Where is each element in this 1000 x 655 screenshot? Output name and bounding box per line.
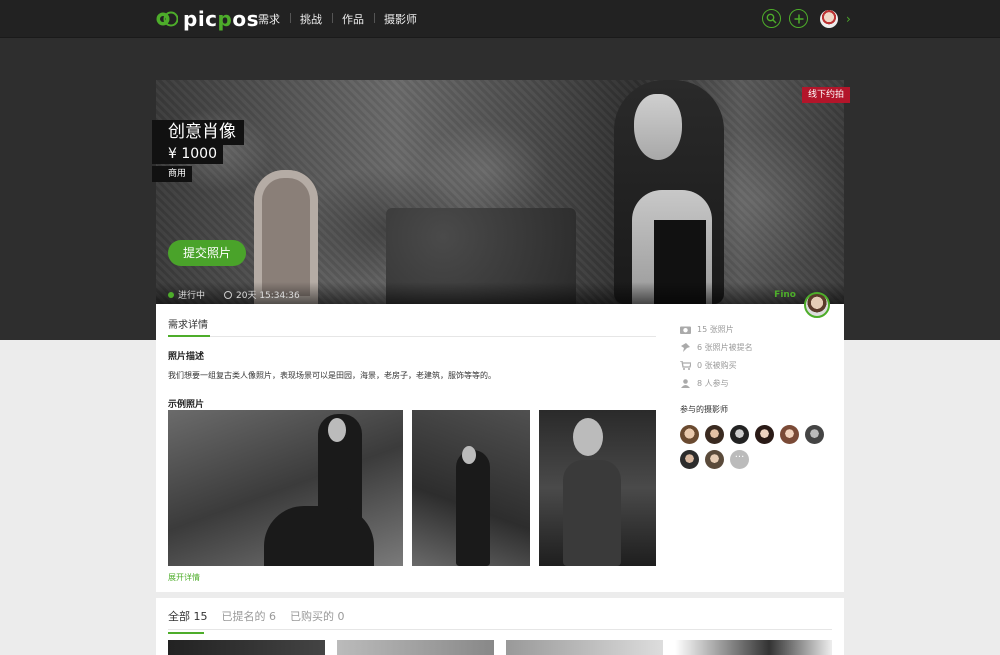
camera-icon (680, 326, 691, 334)
sample-photos (168, 410, 656, 566)
more-participants-button[interactable]: ··· (730, 450, 749, 469)
search-button[interactable] (762, 9, 781, 28)
stat-participants: 8 人参与 (680, 374, 830, 392)
submission-thumbnail[interactable] (675, 640, 832, 655)
hero-status-bar: 进行中 20天 15:34:36 (156, 282, 844, 304)
nav-item-photographers[interactable]: 摄影师 (374, 11, 427, 27)
tab-purchased[interactable]: 已购买的 0 (290, 608, 345, 629)
submissions-card: 全部 15 已提名的 6 已购买的 0 (156, 598, 844, 655)
status-dot-icon (168, 291, 174, 298)
logo-text: picpos (183, 7, 260, 31)
stat-nominated: 6 张照片被提名 (680, 338, 830, 356)
user-icon (681, 378, 690, 388)
pin-icon (681, 342, 690, 352)
demand-card: 进行中 20天 15:34:36 提交照片 线下约拍 创意肖像 ¥ 1000 商… (152, 80, 850, 592)
nav-item-demand[interactable]: 需求 (258, 11, 290, 27)
submission-thumbnail[interactable] (168, 640, 325, 655)
status-text: 进行中 (178, 291, 206, 301)
tab-all[interactable]: 全部 15 (168, 608, 208, 634)
plus-icon (794, 14, 803, 23)
top-actions: › (762, 9, 851, 28)
logo-icon (156, 11, 178, 27)
sample-photos-title: 示例照片 (168, 400, 205, 410)
countdown: 20天 15:34:36 (224, 288, 300, 301)
participant-avatar[interactable] (730, 425, 749, 444)
sample-photo[interactable] (412, 410, 530, 566)
submission-thumbnails (168, 640, 832, 655)
hero-banner: 进行中 20天 15:34:36 提交照片 (156, 80, 844, 304)
hero-model-photo (614, 80, 734, 304)
expand-details-link[interactable]: 展开详情 (168, 572, 200, 583)
photo-description-title: 照片描述 (168, 352, 205, 362)
demand-title: 创意肖像 (152, 120, 244, 145)
main-nav: 需求 挑战 作品 摄影师 (258, 0, 427, 38)
stat-photos: 15 张照片 (680, 320, 830, 338)
author-name[interactable]: Fino (774, 290, 796, 300)
tab-label: 需求详情 (168, 320, 208, 331)
participant-avatar[interactable] (805, 425, 824, 444)
nav-item-works[interactable]: 作品 (332, 11, 374, 27)
offline-shoot-badge: 线下约拍 (801, 87, 850, 103)
usage-tag: 商用 (152, 166, 193, 182)
search-icon (766, 13, 777, 24)
sample-photo[interactable] (168, 410, 403, 566)
logo[interactable]: picpos (156, 7, 260, 31)
countdown-text: 20天 15:34:36 (236, 291, 300, 301)
submission-thumbnail[interactable] (506, 640, 663, 655)
stat-purchased: 0 张被购买 (680, 356, 830, 374)
chevron-right-icon[interactable]: › (846, 12, 851, 26)
tab-demand-details[interactable]: 需求详情 (168, 316, 656, 337)
cart-icon (680, 360, 691, 370)
participant-avatar[interactable] (680, 425, 699, 444)
submission-thumbnail[interactable] (337, 640, 494, 655)
author-avatar[interactable] (804, 292, 830, 318)
user-avatar[interactable] (820, 9, 838, 28)
clock-icon (224, 290, 232, 299)
sample-photo[interactable] (539, 410, 656, 566)
participant-avatar[interactable] (705, 450, 724, 469)
submission-tabs: 全部 15 已提名的 6 已购买的 0 (168, 608, 832, 634)
add-button[interactable] (789, 9, 808, 28)
nav-item-challenge[interactable]: 挑战 (290, 11, 332, 27)
demand-stats: 15 张照片 6 张照片被提名 0 张被购买 8 人参与 参与的摄影师 ··· (680, 320, 830, 469)
participants-title: 参与的摄影师 (680, 405, 728, 414)
tab-nominated[interactable]: 已提名的 6 (222, 608, 277, 629)
participant-avatar[interactable] (780, 425, 799, 444)
participant-avatar[interactable] (705, 425, 724, 444)
top-nav-bar: picpos 需求 挑战 作品 摄影师 › (0, 0, 1000, 38)
status-indicator: 进行中 (168, 288, 205, 301)
participant-avatar[interactable] (755, 425, 774, 444)
price-tag: ¥ 1000 (152, 145, 223, 164)
participant-avatars: ··· (680, 425, 830, 469)
demand-details: 需求详情 照片描述 我们想要一组复古类人像照片，表现场景可以是田园，海景，老房子… (168, 316, 656, 582)
submit-photo-button[interactable]: 提交照片 (168, 240, 246, 266)
participant-avatar[interactable] (680, 450, 699, 469)
photo-description: 我们想要一组复古类人像照片，表现场景可以是田园，海景，老房子，老建筑，服饰等等的… (168, 371, 496, 380)
